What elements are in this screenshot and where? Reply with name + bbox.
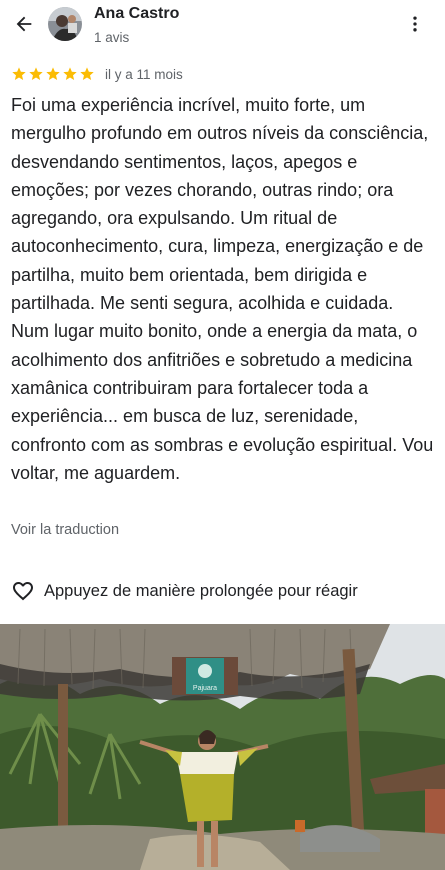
react-label: Appuyez de manière prolongée pour réagir	[44, 581, 358, 600]
review-header: Ana Castro 1 avis	[0, 0, 445, 52]
rating-row: il y a 11 mois	[11, 64, 183, 84]
star-icon	[63, 67, 77, 80]
avatar[interactable]	[48, 7, 82, 41]
heart-outline-icon	[13, 582, 33, 601]
star-icon	[12, 67, 26, 80]
more-vert-icon	[413, 16, 417, 32]
star-icon	[46, 67, 60, 80]
translate-link[interactable]: Voir la traduction	[11, 522, 119, 538]
review-photo[interactable]: Pajuara	[0, 624, 445, 870]
star-rating	[11, 66, 95, 82]
back-button[interactable]	[8, 8, 40, 40]
more-options-button[interactable]	[401, 10, 429, 38]
photo-scene: Pajuara	[0, 624, 445, 870]
sign-text: Pajuara	[193, 685, 217, 692]
react-button[interactable]: Appuyez de manière prolongée pour réagir	[11, 578, 358, 604]
star-icon	[80, 67, 94, 80]
review-text: Foi uma experiência incrível, muito fort…	[11, 95, 434, 483]
arrow-left-icon	[16, 16, 32, 32]
star-icon	[29, 67, 43, 80]
reviewer-review-count: 1 avis	[94, 30, 130, 45]
review-time: il y a 11 mois	[105, 66, 183, 82]
reviewer-name[interactable]: Ana Castro	[94, 5, 179, 23]
